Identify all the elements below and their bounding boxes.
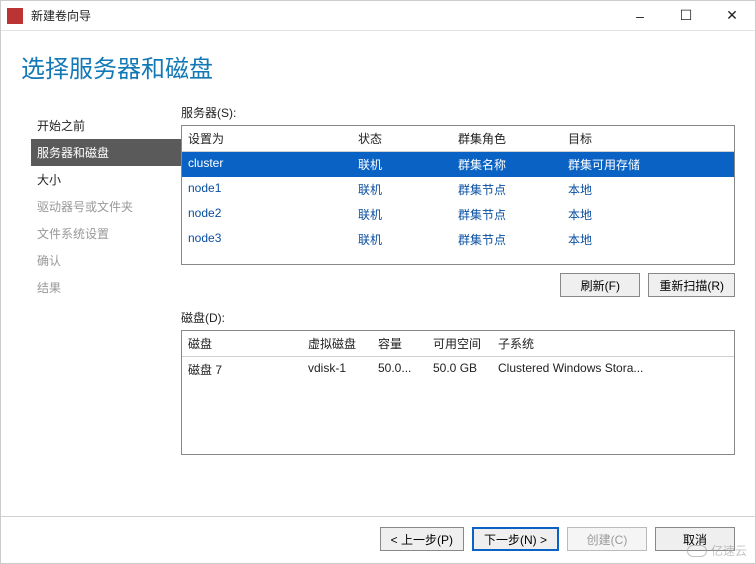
servers-label: 服务器(S):	[181, 104, 735, 121]
maximize-button[interactable]: ☐	[663, 1, 709, 31]
step-results: 结果	[31, 274, 181, 301]
step-drive-letter: 驱动器号或文件夹	[31, 193, 181, 220]
disk-row[interactable]: 磁盘 7 vdisk-1 50.0... 50.0 GB Clustered W…	[182, 357, 734, 382]
titlebar: 新建卷向导 – ☐ ✕	[1, 1, 755, 31]
refresh-button[interactable]: 刷新(F)	[560, 273, 640, 297]
servers-header-target[interactable]: 目标	[568, 130, 728, 147]
watermark: 亿速云	[687, 542, 747, 559]
disks-header-vdisk[interactable]: 虚拟磁盘	[308, 335, 378, 352]
server-row[interactable]: node2 联机 群集节点 本地	[182, 202, 734, 227]
disks-label: 磁盘(D):	[181, 309, 735, 326]
app-icon	[7, 8, 23, 24]
server-row[interactable]: node1 联机 群集节点 本地	[182, 177, 734, 202]
step-size[interactable]: 大小	[31, 166, 181, 193]
disks-header-disk[interactable]: 磁盘	[188, 335, 308, 352]
servers-button-row: 刷新(F) 重新扫描(R)	[181, 273, 735, 297]
step-file-system: 文件系统设置	[31, 220, 181, 247]
servers-header-status[interactable]: 状态	[358, 130, 458, 147]
disks-header-free[interactable]: 可用空间	[433, 335, 498, 352]
wizard-window: 新建卷向导 – ☐ ✕ 选择服务器和磁盘 开始之前 服务器和磁盘 大小 驱动器号…	[0, 0, 756, 564]
servers-header-provision[interactable]: 设置为	[188, 130, 358, 147]
server-row[interactable]: cluster 联机 群集名称 群集可用存储	[182, 152, 734, 177]
cloud-icon	[687, 545, 707, 557]
disks-listbox[interactable]: 磁盘 虚拟磁盘 容量 可用空间 子系统 磁盘 7 vdisk-1 50.0...…	[181, 330, 735, 455]
wizard-body: 开始之前 服务器和磁盘 大小 驱动器号或文件夹 文件系统设置 确认 结果 服务器…	[1, 92, 755, 516]
step-server-and-disk[interactable]: 服务器和磁盘	[31, 139, 181, 166]
step-confirm: 确认	[31, 247, 181, 274]
servers-header-cluster-role[interactable]: 群集角色	[458, 130, 568, 147]
rescan-button[interactable]: 重新扫描(R)	[648, 273, 735, 297]
close-button[interactable]: ✕	[709, 1, 755, 31]
disks-rows: 磁盘 7 vdisk-1 50.0... 50.0 GB Clustered W…	[182, 357, 734, 454]
disks-header-subsystem[interactable]: 子系统	[498, 335, 728, 352]
wizard-steps-sidebar: 开始之前 服务器和磁盘 大小 驱动器号或文件夹 文件系统设置 确认 结果	[1, 92, 181, 516]
disks-header-capacity[interactable]: 容量	[378, 335, 433, 352]
wizard-footer: < 上一步(P) 下一步(N) > 创建(C) 取消	[1, 516, 755, 563]
wizard-content: 服务器(S): 设置为 状态 群集角色 目标 cluster 联机 群集名称 群…	[181, 92, 735, 516]
server-row[interactable]: node3 联机 群集节点 本地	[182, 227, 734, 252]
step-before-begin[interactable]: 开始之前	[31, 112, 181, 139]
servers-header-row: 设置为 状态 群集角色 目标	[182, 126, 734, 152]
next-button[interactable]: 下一步(N) >	[472, 527, 559, 551]
servers-listbox[interactable]: 设置为 状态 群集角色 目标 cluster 联机 群集名称 群集可用存储 no…	[181, 125, 735, 265]
page-heading: 选择服务器和磁盘	[1, 31, 755, 92]
page-title: 选择服务器和磁盘	[21, 49, 755, 84]
create-button: 创建(C)	[567, 527, 647, 551]
servers-rows: cluster 联机 群集名称 群集可用存储 node1 联机 群集节点 本地 …	[182, 152, 734, 264]
disks-header-row: 磁盘 虚拟磁盘 容量 可用空间 子系统	[182, 331, 734, 357]
window-title: 新建卷向导	[29, 7, 617, 24]
previous-button[interactable]: < 上一步(P)	[380, 527, 464, 551]
minimize-button[interactable]: –	[617, 1, 663, 31]
